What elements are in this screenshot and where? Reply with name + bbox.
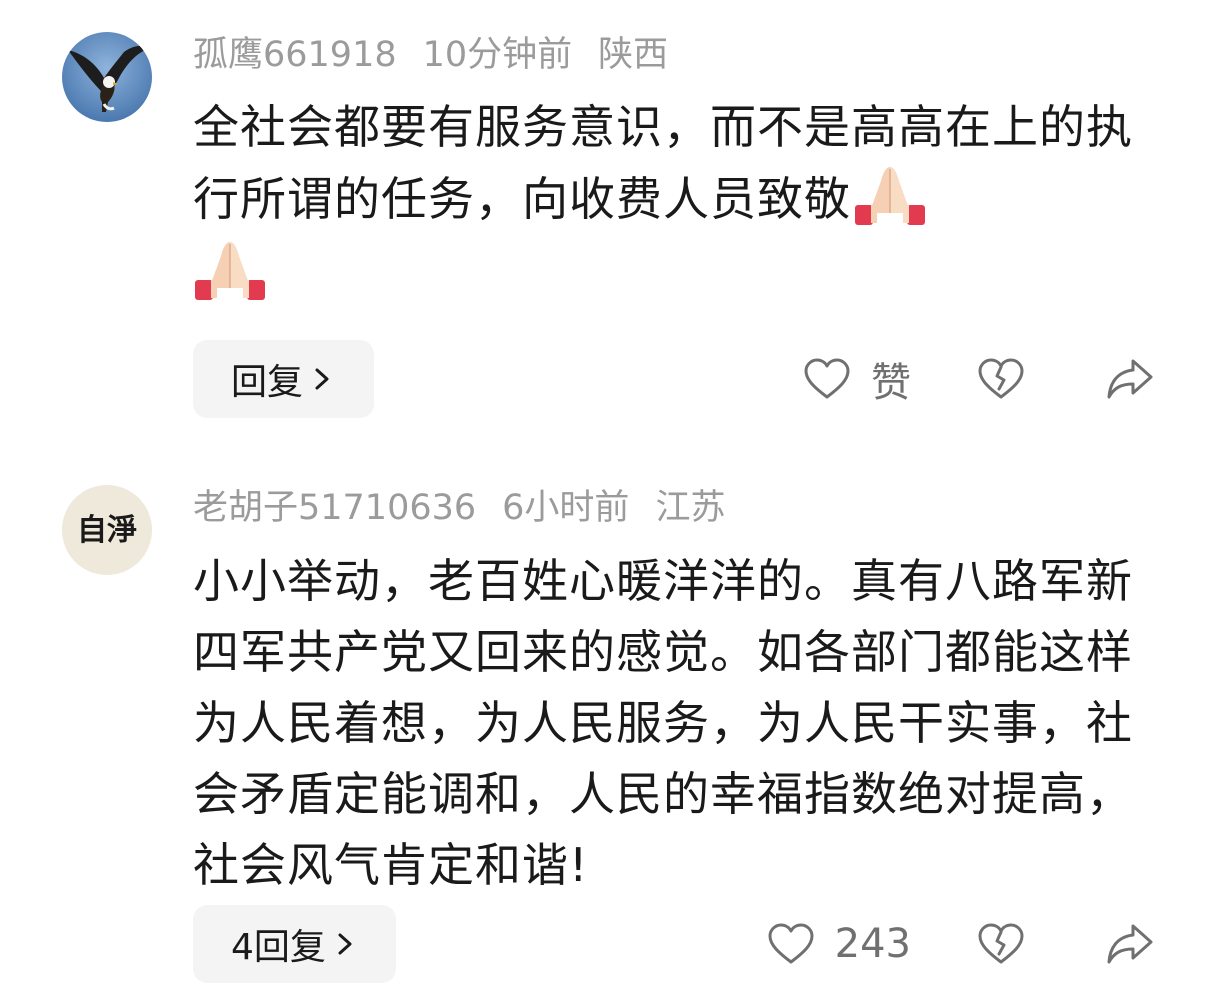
broken-heart-icon[interactable] [977,921,1025,967]
broken-heart-icon[interactable] [977,356,1025,402]
reply-label: 4回复 [231,927,326,968]
avatar[interactable] [62,32,152,122]
reply-label: 回复 [231,362,304,403]
eagle-avatar-icon [62,32,152,122]
like-label: 赞 [871,360,911,406]
timestamp: 10分钟前 [422,35,573,75]
avatar[interactable]: 自淨 [62,485,152,575]
heart-icon [768,923,814,964]
praying-hands-icon [195,242,265,300]
username[interactable]: 孤鹰661918 [193,35,397,75]
chevron-right-icon [338,933,352,955]
heart-icon [804,358,850,399]
like-count: 243 [834,921,911,967]
username[interactable]: 老胡子51710636 [193,488,476,528]
calligraphy-avatar-icon: 自淨 [62,485,152,575]
reply-button[interactable]: 4回复 [193,905,396,983]
share-icon[interactable] [1105,921,1155,967]
comment-actions: 赞 [803,340,1155,418]
comment-actions: 243 [767,905,1155,983]
chevron-right-icon [315,368,329,390]
comment-meta: 孤鹰661918 10分钟前 陕西 [193,38,694,73]
reply-button[interactable]: 回复 [193,340,374,418]
comment-text-content: 全社会都要有服务意识，而不是高高在上的执行所谓的任务，向收费人员致敬 [193,100,1133,226]
praying-hands-icon [855,167,925,225]
comment-text: 小小举动，老百姓心暖洋洋的。真有八路军新四军共产党又回来的感觉。如各部门都能这样… [193,554,1133,892]
location: 江苏 [655,488,726,528]
comment-meta: 老胡子51710636 6小时前 江苏 [193,491,751,526]
avatar-text: 自淨 [77,513,137,548]
share-icon[interactable] [1105,356,1155,402]
like-button[interactable]: 243 [767,921,911,967]
location: 陕西 [598,35,669,75]
comment-text: 全社会都要有服务意识，而不是高高在上的执行所谓的任务，向收费人员致敬 [193,92,1153,306]
like-button[interactable]: 赞 [803,350,911,408]
timestamp: 6小时前 [502,488,630,528]
